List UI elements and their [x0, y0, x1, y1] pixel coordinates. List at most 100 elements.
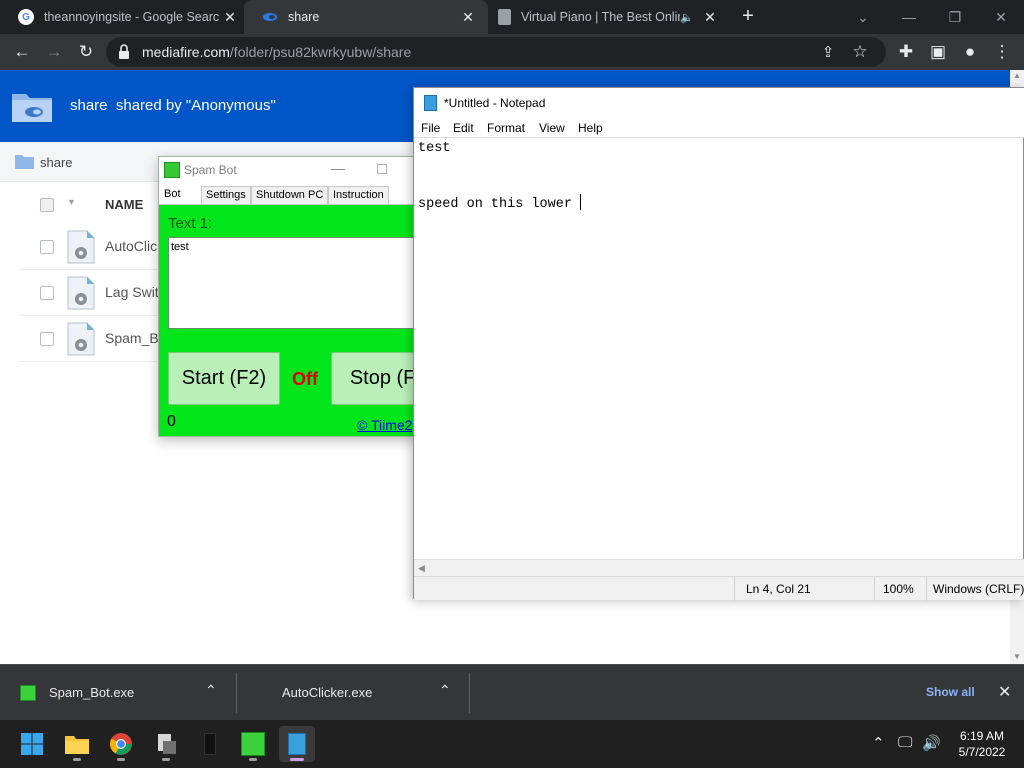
reload-icon[interactable]: ↻ — [74, 40, 98, 64]
file-name[interactable]: Lag Swit — [105, 284, 159, 300]
back-icon[interactable]: ← — [10, 40, 34, 64]
taskbar-app-dark[interactable] — [192, 726, 228, 762]
menu-format[interactable]: Format — [487, 121, 525, 135]
spam-bot-tabs: Bot Settings Shutdown PC Instruction — [159, 183, 417, 205]
executable-file-icon — [67, 322, 95, 356]
text-1-label: Text 1: — [168, 215, 213, 232]
menu-help[interactable]: Help — [578, 121, 603, 135]
taskbar-app[interactable] — [148, 726, 184, 762]
minimize-button[interactable]: — — [886, 0, 932, 34]
file-name[interactable]: AutoClic — [105, 238, 157, 254]
clock-time: 6:19 AM — [959, 729, 1005, 743]
file-explorer-icon — [65, 736, 89, 754]
minimize-button[interactable]: — — [331, 160, 345, 176]
text-cursor — [580, 194, 582, 210]
executable-file-icon — [67, 230, 95, 264]
start-button[interactable]: Start (F2) — [168, 352, 280, 405]
horizontal-scrollbar[interactable]: ◀ — [414, 559, 1024, 576]
line-ending: Windows (CRLF) — [933, 582, 1024, 596]
tab-bot[interactable]: Bot — [160, 186, 185, 204]
tab-search-icon[interactable]: ⌄ — [840, 0, 886, 34]
start-menu-button[interactable] — [14, 726, 50, 762]
cube-icon — [498, 9, 511, 25]
notepad-titlebar[interactable]: *Untitled - Notepad — [414, 88, 1024, 118]
tab-shutdown-pc[interactable]: Shutdown PC — [251, 186, 329, 204]
close-tab-icon[interactable]: ✕ — [700, 9, 720, 26]
file-checkbox[interactable] — [40, 240, 54, 254]
address-bar[interactable]: mediafire.com/folder/psu82kwrkyubw/share… — [106, 37, 886, 67]
windows-logo-icon — [21, 733, 43, 755]
url-text[interactable]: mediafire.com/folder/psu82kwrkyubw/share — [142, 44, 411, 60]
file-checkbox[interactable] — [40, 332, 54, 346]
speaker-icon[interactable]: 🔈 — [680, 11, 694, 24]
download-filename: AutoClicker.exe — [282, 685, 373, 700]
profile-icon[interactable]: ● — [958, 40, 982, 64]
document-app-icon — [158, 734, 176, 754]
column-header-name[interactable]: NAME — [105, 197, 143, 212]
spam-bot-app-icon — [164, 162, 180, 178]
spam-bot-window: Spam Bot — Bot Settings Shutdown PC Inst… — [158, 156, 418, 437]
menu-file[interactable]: File — [421, 121, 440, 135]
folder-icon — [12, 94, 52, 122]
forward-icon[interactable]: → — [42, 40, 66, 64]
stop-button[interactable]: Stop (F4) — [331, 352, 417, 405]
lock-icon — [119, 44, 129, 59]
window-title: *Untitled - Notepad — [444, 96, 546, 110]
tab-settings[interactable]: Settings — [201, 186, 251, 204]
spam-bot-titlebar[interactable]: Spam Bot — — [159, 157, 417, 183]
text-editor[interactable]: test speed on this lower — [418, 140, 1008, 560]
share-icon[interactable]: ⇪ — [816, 40, 840, 64]
close-tab-icon[interactable]: ✕ — [220, 9, 240, 26]
spam-bot-app-icon — [20, 685, 36, 701]
close-download-bar-icon[interactable]: ✕ — [998, 682, 1011, 702]
menu-view[interactable]: View — [539, 121, 565, 135]
chevron-up-icon[interactable]: ⌃ — [439, 682, 451, 699]
new-tab-button[interactable]: + — [737, 5, 759, 27]
download-bar: Spam_Bot.exe ⌃ AutoClicker.exe ⌃ Show al… — [0, 664, 1024, 720]
menu-edit[interactable]: Edit — [453, 121, 474, 135]
chevron-up-icon[interactable]: ⌃ — [872, 734, 885, 752]
status-bar: Ln 4, Col 21 100% Windows (CRLF) — [414, 576, 1024, 601]
scroll-up-arrow-icon[interactable]: ▲ — [1013, 71, 1021, 80]
zoom-level: 100% — [883, 582, 914, 596]
file-checkbox[interactable] — [40, 286, 54, 300]
scroll-down-arrow-icon[interactable]: ▼ — [1013, 652, 1021, 661]
breadcrumb-item[interactable]: share — [40, 155, 73, 170]
select-all-checkbox[interactable] — [40, 198, 54, 212]
network-icon[interactable]: 🖵 — [898, 734, 912, 751]
taskbar-chrome[interactable] — [103, 726, 139, 762]
download-item[interactable]: Spam_Bot.exe ⌃ — [0, 665, 236, 721]
taskbar: ⌃ 🖵 🔊 6:19 AM 5/7/2022 — [0, 720, 1024, 768]
taskbar-spam-bot[interactable] — [235, 726, 271, 762]
browser-tab-strip: G theannoyingsite - Google Search ✕ shar… — [0, 0, 1024, 34]
sort-caret-icon[interactable]: ▼ — [67, 197, 76, 207]
restore-button[interactable]: ❐ — [932, 0, 978, 34]
author-link[interactable]: © Tiime2 — [357, 417, 412, 433]
taskbar-notepad[interactable] — [279, 726, 315, 762]
tab-instruction[interactable]: Instruction — [328, 186, 389, 204]
extensions-puzzle-icon[interactable]: ✚ — [894, 40, 918, 64]
text-1-input[interactable]: test — [168, 237, 417, 329]
scroll-left-arrow-icon[interactable]: ◀ — [418, 563, 425, 574]
chevron-up-icon[interactable]: ⌃ — [205, 682, 217, 699]
download-item[interactable]: AutoClicker.exe ⌃ — [237, 665, 469, 721]
show-all-downloads-link[interactable]: Show all — [926, 685, 975, 699]
volume-icon[interactable]: 🔊 — [922, 734, 941, 752]
taskbar-file-explorer[interactable] — [59, 726, 95, 762]
close-tab-icon[interactable]: ✕ — [458, 9, 478, 26]
tab-share[interactable]: share ✕ — [244, 0, 488, 34]
menu-bar: File Edit Format View Help — [414, 118, 1024, 138]
notepad-window: *Untitled - Notepad File Edit Format Vie… — [413, 87, 1024, 601]
browser-toolbar: ← → ↻ mediafire.com/folder/psu82kwrkyubw… — [0, 34, 1024, 70]
clock[interactable]: 6:19 AM 5/7/2022 — [951, 728, 1013, 760]
tab-title: theannoyingsite - Google Search — [44, 10, 220, 24]
maximize-button[interactable] — [377, 164, 387, 174]
side-panel-icon[interactable]: ▣ — [926, 40, 950, 64]
tab-google-search[interactable]: G theannoyingsite - Google Search ✕ — [0, 0, 250, 34]
notepad-app-icon — [288, 733, 306, 755]
tab-virtual-piano[interactable]: Virtual Piano | The Best Online 🔈 ✕ — [480, 0, 730, 34]
menu-kebab-icon[interactable]: ⋮ — [990, 40, 1014, 64]
bookmark-star-icon[interactable]: ☆ — [848, 40, 872, 64]
close-window-button[interactable]: ✕ — [978, 0, 1024, 34]
tab-title: Virtual Piano | The Best Online — [521, 10, 681, 24]
